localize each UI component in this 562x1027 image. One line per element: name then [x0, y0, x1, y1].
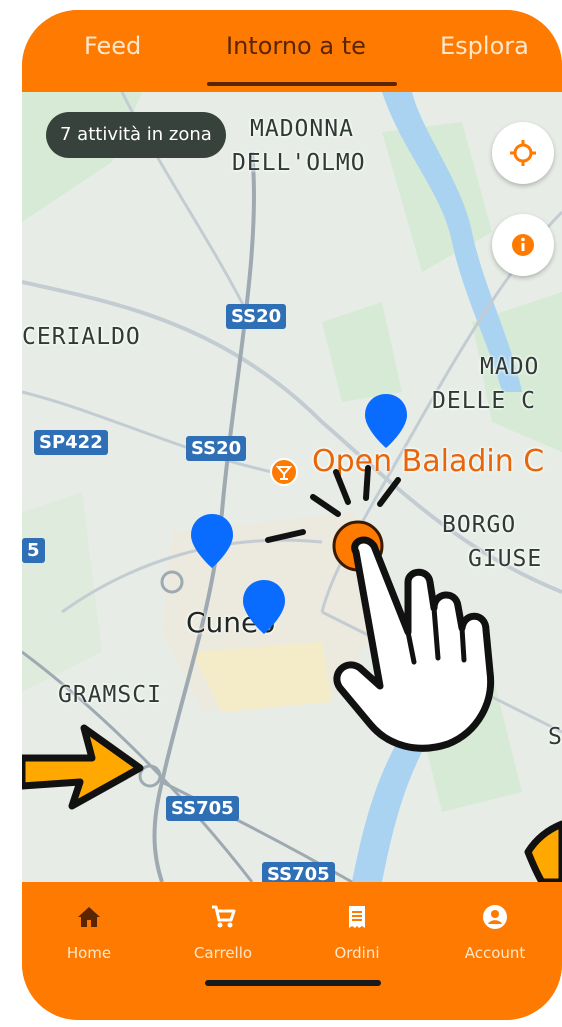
map-label-gramsci: GRAMSCI	[58, 682, 162, 708]
nav-carrello[interactable]: Carrello	[168, 904, 278, 962]
cart-icon	[212, 905, 236, 928]
tap-gesture-hand-icon	[265, 465, 495, 752]
home-icon	[78, 907, 100, 927]
road-shield-sp422: SP422	[34, 430, 108, 455]
map-view[interactable]: MADONNA DELL'OLMO CERIALDO MADO DELLE C …	[22, 92, 562, 882]
active-tab-indicator	[207, 82, 397, 86]
crosshair-icon	[510, 140, 536, 166]
nav-label-ordini: Ordini	[334, 944, 380, 962]
map-pin-icon[interactable]	[362, 392, 410, 450]
map-pin-icon[interactable]	[188, 512, 236, 570]
road-shield-5: 5	[22, 538, 45, 563]
map-label-cerialdo: CERIALDO	[22, 324, 141, 350]
road-shield-ss20: SS20	[186, 436, 247, 461]
road-shield-ss705: SS705	[166, 796, 239, 821]
road-shield-ss705: SS705	[262, 862, 335, 882]
tab-feed[interactable]: Feed	[84, 32, 141, 60]
receipt-icon	[349, 906, 365, 928]
info-button[interactable]	[492, 214, 554, 276]
bottom-navigation: Home Carrello Ordini Account	[22, 882, 562, 1020]
locate-me-button[interactable]	[492, 122, 554, 184]
road-shield-ss20: SS20	[226, 304, 287, 329]
nav-label-home: Home	[66, 944, 112, 962]
map-label-madonna: MADONNA	[250, 116, 354, 142]
nav-account[interactable]: Account	[440, 904, 550, 962]
account-icon	[483, 905, 507, 929]
arrow-partial-icon	[524, 820, 562, 882]
top-tab-bar: Feed Intorno a te Esplora	[22, 10, 562, 92]
map-label-delle: DELLE C	[432, 388, 536, 414]
home-indicator[interactable]	[205, 980, 381, 986]
info-icon	[512, 234, 534, 256]
tab-intorno-a-te[interactable]: Intorno a te	[226, 32, 366, 60]
map-label-dellolmo: DELL'OLMO	[232, 150, 366, 176]
nav-label-carrello: Carrello	[193, 944, 253, 962]
tab-esplora[interactable]: Esplora	[440, 32, 529, 60]
phone-frame: Feed Intorno a te Esplora MADONNA DELL'O…	[22, 10, 562, 1020]
nav-ordini[interactable]: Ordini	[302, 904, 412, 962]
nav-label-account: Account	[464, 944, 526, 962]
arrow-right-icon	[22, 724, 144, 810]
map-label-mado: MADO	[480, 354, 540, 380]
nav-home[interactable]: Home	[34, 904, 144, 962]
activity-count-badge: 7 attività in zona	[46, 112, 226, 158]
